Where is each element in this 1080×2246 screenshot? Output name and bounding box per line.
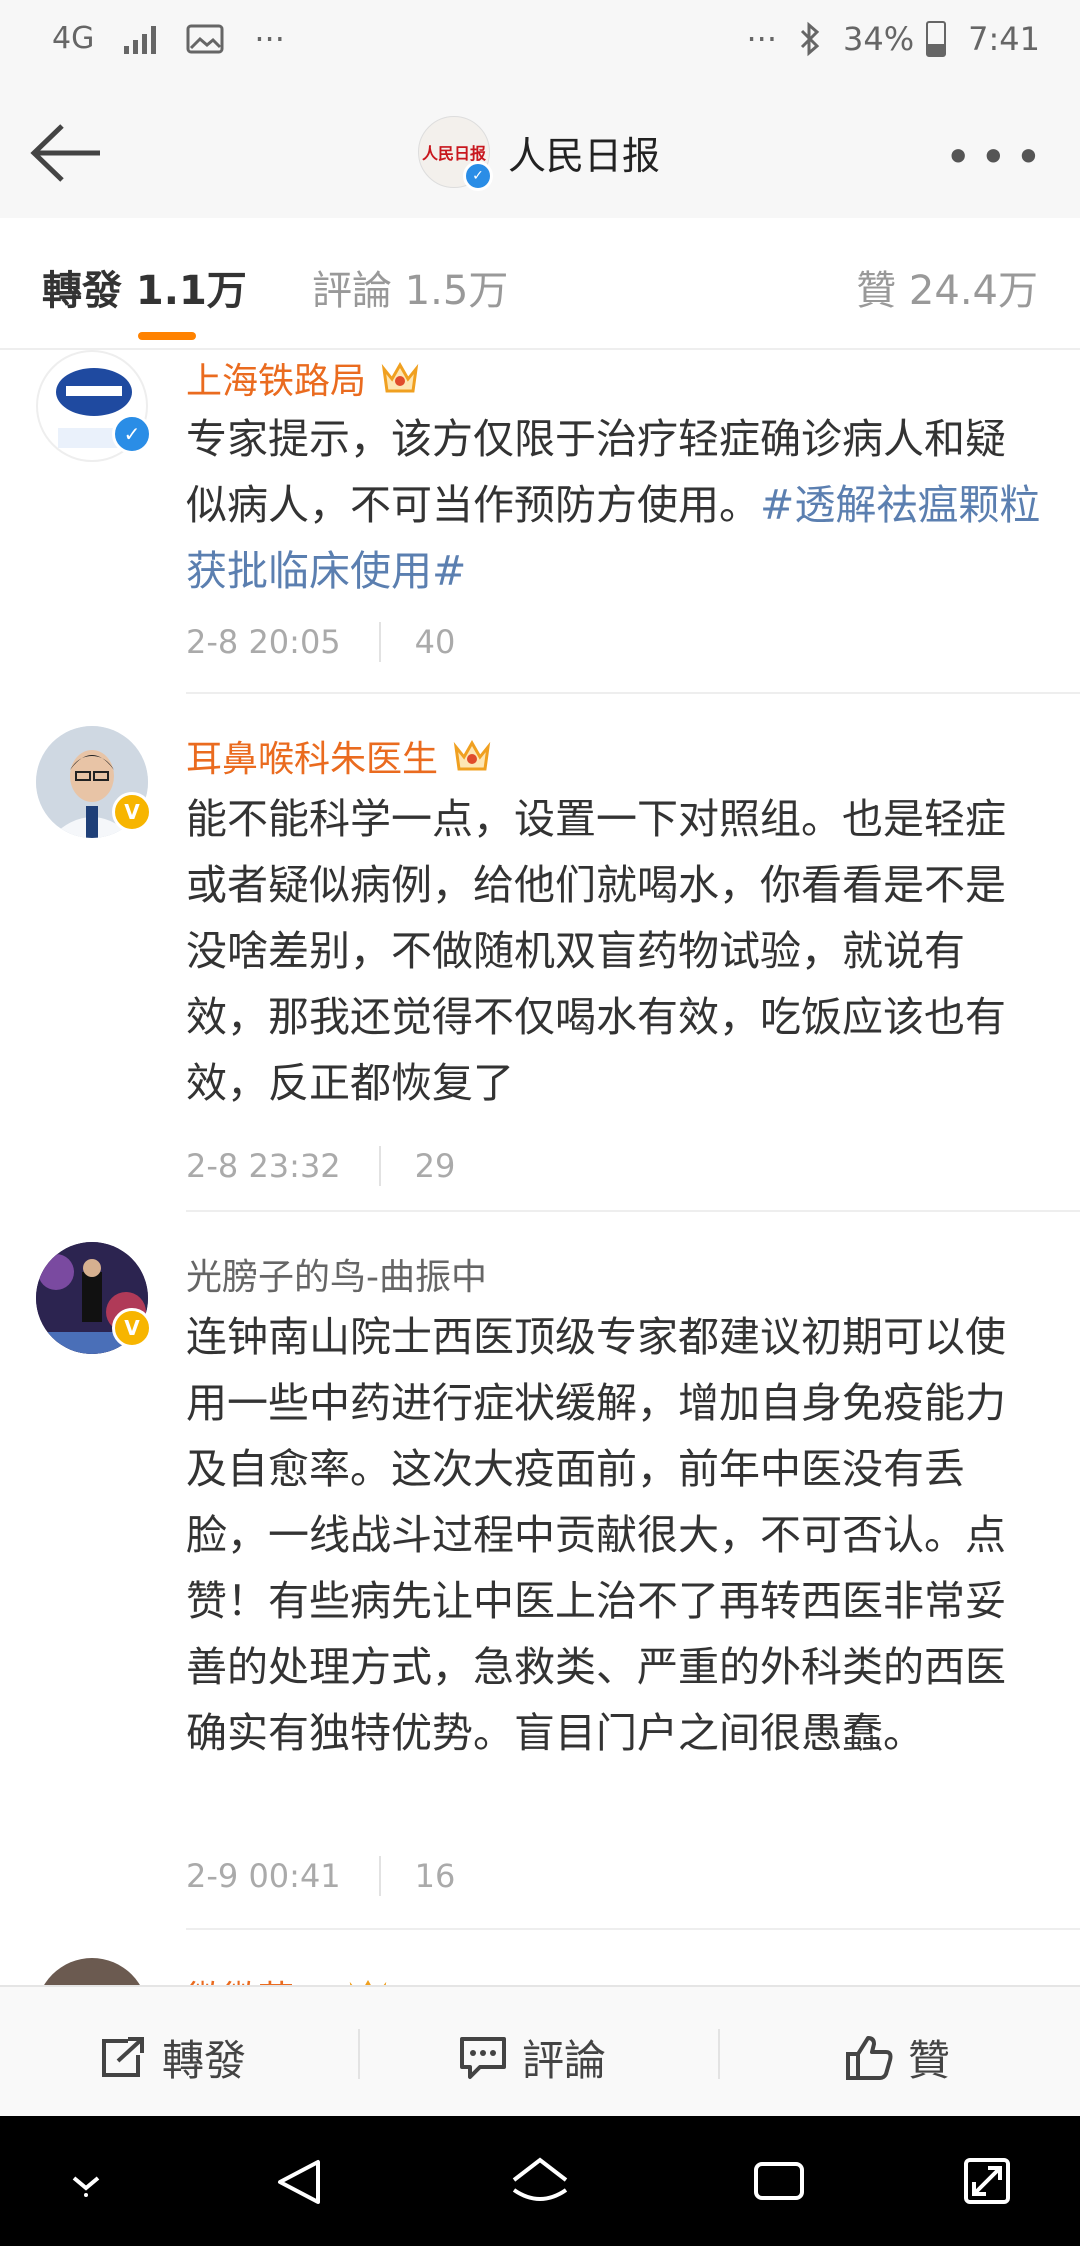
divider <box>186 1928 1080 1930</box>
separator <box>358 2029 360 2079</box>
comment-text: 能不能科学一点，设置一下对照组。也是轻症或者疑似病例，给他们就喝水，你看看是不是… <box>186 786 1042 1116</box>
more-notifications: ··· <box>254 20 285 58</box>
user-name-text: 耳鼻喉科朱医生 <box>186 739 439 780</box>
more-options-icon[interactable]: ••• <box>945 130 1050 184</box>
battery-icon <box>926 21 947 57</box>
clock: 7:41 <box>968 20 1040 58</box>
avatar[interactable] <box>36 1958 148 1985</box>
network-indicator: 4G <box>52 24 94 54</box>
verified-badge-icon: V <box>112 1308 152 1348</box>
repost-icon <box>102 2036 144 2077</box>
like-count[interactable]: 16 <box>415 1857 456 1895</box>
user-name[interactable]: 微微菇 <box>186 1970 388 1985</box>
vip-crown-icon <box>381 361 419 393</box>
like-button[interactable]: 贊 <box>844 2027 950 2088</box>
page-title: 人民日报 <box>508 133 661 178</box>
account-header[interactable]: 人民日报 ✓ 人民日报 <box>418 116 661 191</box>
hide-keyboard-icon[interactable] <box>66 2168 106 2198</box>
network-type: 4G <box>52 21 95 56</box>
user-name[interactable]: 上海铁路局 <box>186 352 420 404</box>
divider <box>186 1210 1080 1212</box>
image-notification-icon <box>186 24 224 54</box>
home-nav-icon[interactable] <box>510 2156 570 2208</box>
repost-label: 轉發 <box>162 2036 247 2085</box>
repost-button[interactable]: 轉發 <box>98 2027 246 2088</box>
thumbs-up-icon <box>846 2035 893 2080</box>
separator <box>718 2029 720 2079</box>
back-arrow-icon[interactable] <box>28 120 104 186</box>
comment-icon <box>460 2036 506 2079</box>
tab-bar: 轉發 1.1万 評論 1.5万 贊 24.4万 <box>0 218 1080 350</box>
comment-text: 专家提示，该方仅限于治疗轻症确诊病人和疑似病人，不可当作预防方使用。#透解祛瘟颗… <box>186 406 1042 604</box>
active-tab-indicator <box>138 332 196 340</box>
comment-meta: 2-8 23:32 29 <box>186 1146 455 1186</box>
signal-icon <box>124 24 157 54</box>
system-nav-bar <box>0 2116 1080 2246</box>
user-name-text: 微微菇 <box>186 1970 294 1985</box>
recent-apps-icon[interactable] <box>752 2156 806 2206</box>
user-name-text: 上海铁路局 <box>186 361 367 402</box>
bottom-action-bar: 轉發 評論 贊 <box>0 1985 1080 2118</box>
user-name[interactable]: 耳鼻喉科朱医生 <box>186 730 492 782</box>
back-nav-icon[interactable] <box>274 2156 326 2208</box>
timestamp: 2-9 00:41 <box>186 1857 341 1895</box>
comment-text: 连钟南山院士西医顶级专家都建议初期可以使用一些中药进行症状缓解，增加自身免疫能力… <box>186 1304 1042 1766</box>
account-logo: 人民日报 ✓ <box>418 116 493 191</box>
tab-comment[interactable]: 評論 1.5万 <box>312 258 508 316</box>
comment-label: 評論 <box>522 2036 607 2085</box>
timestamp: 2-8 23:32 <box>186 1147 341 1185</box>
comment-meta: 2-8 20:05 40 <box>186 622 455 662</box>
top-nav-bar: 人民日报 ✓ 人民日报 ••• <box>0 90 1080 220</box>
tab-like[interactable]: 贊 24.4万 <box>856 258 1038 316</box>
repost-item: 微微菇 <box>0 1958 1080 1985</box>
like-count[interactable]: 40 <box>415 623 456 661</box>
divider <box>186 692 1080 694</box>
comment-meta: 2-9 00:41 16 <box>186 1856 455 1896</box>
more-status: ··· <box>746 20 778 58</box>
verified-badge-icon: V <box>112 792 152 832</box>
verified-badge-icon: ✓ <box>112 414 152 454</box>
battery-percent: 34% <box>843 20 915 58</box>
user-name-text: 光膀子的鸟-曲振中 <box>186 1257 487 1298</box>
comment-body: 连钟南山院士西医顶级专家都建议初期可以使用一些中药进行症状缓解，增加自身免疫能力… <box>186 1313 1006 1757</box>
vip-crown-icon <box>453 739 491 771</box>
user-name[interactable]: 光膀子的鸟-曲振中 <box>186 1248 487 1300</box>
verified-badge-icon: ✓ <box>463 161 493 191</box>
vip-crown-icon <box>349 1979 387 1985</box>
status-bar: 4G ··· ··· 34% 7:41 <box>0 0 1080 90</box>
like-label: 贊 <box>908 2036 951 2085</box>
bluetooth-icon <box>800 21 820 57</box>
expand-screen-icon[interactable] <box>962 2156 1012 2206</box>
comment-body: 能不能科学一点，设置一下对照组。也是轻症或者疑似病例，给他们就喝水，你看看是不是… <box>186 795 1006 1107</box>
comment-button[interactable]: 評論 <box>458 2027 606 2088</box>
tab-repost[interactable]: 轉發 1.1万 <box>42 258 247 316</box>
timestamp: 2-8 20:05 <box>186 623 341 661</box>
like-count[interactable]: 29 <box>415 1147 456 1185</box>
